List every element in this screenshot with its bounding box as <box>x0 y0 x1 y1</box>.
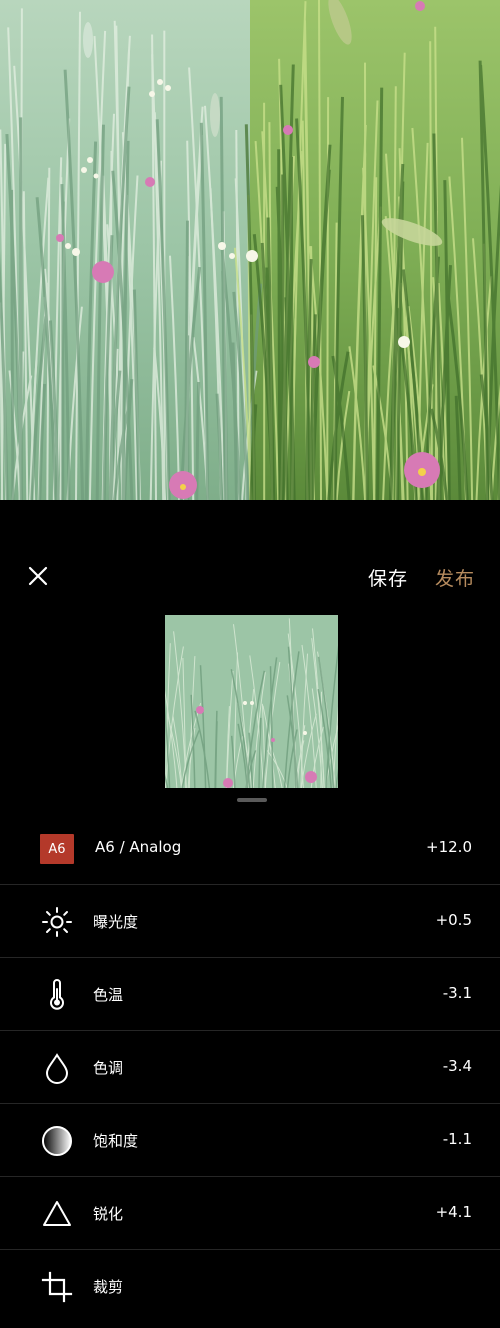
adjust-row-saturation[interactable]: 饱和度 -1.1 <box>0 1104 500 1177</box>
adjust-row-temperature[interactable]: 色温 -3.1 <box>0 958 500 1031</box>
preset-badge: A6 <box>40 832 74 866</box>
adjust-row-crop[interactable]: 裁剪 <box>0 1250 500 1323</box>
sun-icon <box>40 905 74 939</box>
adjust-label: 色调 <box>93 1059 124 1077</box>
adjust-label: 锐化 <box>93 1205 124 1223</box>
droplet-icon <box>40 1051 74 1085</box>
preset-name: A6 / Analog <box>95 838 182 856</box>
adjust-value: +0.5 <box>435 911 472 929</box>
adjust-row-sharpen[interactable]: 锐化 +4.1 <box>0 1177 500 1250</box>
triangle-icon <box>40 1197 74 1231</box>
adjustment-list: A6 A6 / Analog +12.0 曝光度 +0.5 色温 -3.1 色调… <box>0 812 500 1323</box>
adjust-row-exposure[interactable]: 曝光度 +0.5 <box>0 885 500 958</box>
close-icon[interactable] <box>22 560 54 592</box>
preset-value: +12.0 <box>426 838 472 856</box>
grass-blade <box>183 220 189 500</box>
grass-field-photo <box>0 0 500 500</box>
grass-blade <box>195 381 201 500</box>
adjust-label: 色温 <box>93 986 124 1004</box>
adjust-value: -3.4 <box>442 1057 472 1075</box>
adjust-value: -3.1 <box>442 984 472 1002</box>
editor-toolbar: 保存 发布 <box>0 548 500 604</box>
saturation-gradient-icon <box>40 1124 74 1158</box>
adjust-label: 曝光度 <box>93 913 139 931</box>
save-button[interactable]: 保存 <box>368 564 408 591</box>
adjust-row-tint[interactable]: 色调 -3.4 <box>0 1031 500 1104</box>
adjust-label: 裁剪 <box>93 1278 124 1296</box>
adjust-value: -1.1 <box>442 1130 472 1148</box>
publish-button[interactable]: 发布 <box>435 564 475 591</box>
thermometer-icon <box>40 978 74 1012</box>
adjust-value: +4.1 <box>435 1203 472 1221</box>
photo-thumbnail[interactable] <box>165 615 338 788</box>
sheet-drag-handle[interactable] <box>237 798 267 802</box>
preset-badge-label: A6 <box>40 834 74 864</box>
preset-row[interactable]: A6 A6 / Analog +12.0 <box>0 812 500 885</box>
thumbnail-image <box>165 615 338 788</box>
before-after-preview[interactable] <box>0 0 500 500</box>
crop-icon <box>40 1270 74 1304</box>
adjust-label: 饱和度 <box>93 1132 139 1150</box>
